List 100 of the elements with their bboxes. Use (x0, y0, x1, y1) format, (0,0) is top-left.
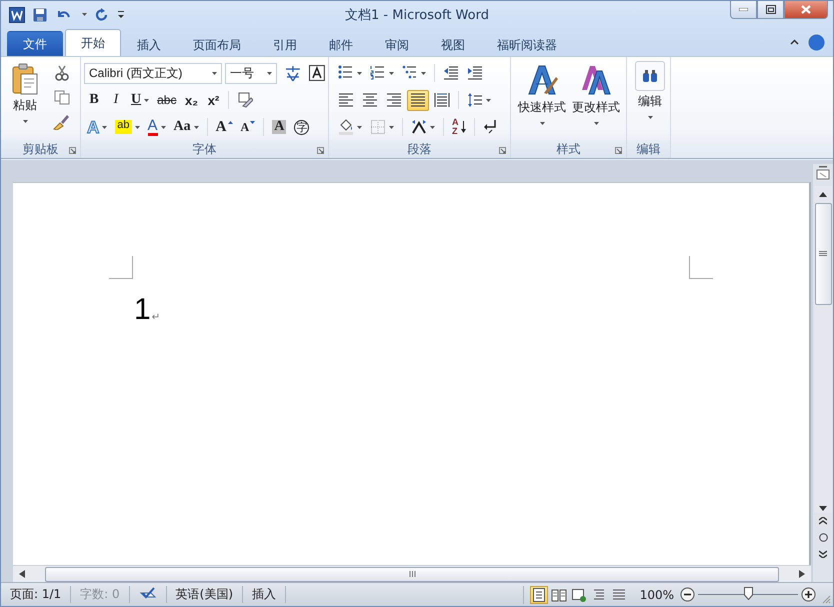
ribbon-tab[interactable]: 邮件 (313, 32, 369, 56)
numbered-list-icon[interactable] (370, 65, 386, 81)
increase-indent-icon[interactable] (467, 65, 483, 81)
bulleted-list-icon[interactable] (338, 65, 354, 81)
status-text[interactable]: 英语(美国) (176, 586, 234, 603)
eraser-icon[interactable] (237, 92, 254, 108)
editing-button[interactable]: 编辑 (630, 61, 670, 119)
paint-bucket-icon[interactable] (338, 119, 354, 135)
view-button[interactable] (530, 586, 548, 604)
caret-icon[interactable] (389, 126, 394, 128)
ribbon-tab[interactable]: 插入 (121, 32, 177, 56)
scroll-down-icon[interactable] (819, 506, 827, 511)
collapse-icon[interactable] (790, 39, 799, 45)
grow-font-button[interactable]: A (212, 116, 236, 138)
decrease-indent-icon[interactable] (443, 65, 459, 81)
multilevel-list-icon[interactable] (402, 65, 418, 81)
caret-icon[interactable] (212, 72, 217, 74)
character-border-icon[interactable] (309, 65, 325, 81)
dialog-launcher-icon[interactable] (317, 147, 324, 154)
paste-button[interactable]: 粘贴 (9, 61, 41, 140)
scissors-icon[interactable] (54, 65, 68, 81)
highlight-button[interactable]: ab (112, 116, 143, 138)
caret-icon[interactable] (357, 72, 362, 74)
scroll-left-icon[interactable] (19, 570, 25, 578)
ruler-toggle-icon[interactable] (816, 166, 830, 180)
ribbon-tab[interactable]: 审阅 (369, 32, 425, 56)
underline-button[interactable]: U (128, 90, 152, 110)
scroll-right-icon[interactable] (799, 570, 805, 578)
redo-icon[interactable] (95, 8, 109, 22)
customize-icon[interactable] (117, 10, 125, 20)
margin-corner-icon (109, 256, 133, 279)
minimize-button[interactable] (730, 1, 757, 19)
caret-icon[interactable] (160, 126, 166, 128)
character-layout-icon[interactable] (411, 119, 427, 135)
zoom-slider[interactable] (698, 587, 798, 602)
previous-page-icon[interactable] (819, 517, 827, 525)
save-icon[interactable] (33, 8, 47, 22)
caret-icon[interactable] (421, 72, 426, 74)
italic-button[interactable]: I (106, 90, 126, 110)
scroll-thumb[interactable] (45, 566, 779, 582)
status-text[interactable]: 插入 (252, 586, 276, 603)
ribbon-tab[interactable]: 引用 (257, 32, 313, 56)
slider-thumb[interactable] (744, 587, 753, 600)
dialog-launcher-icon[interactable] (69, 147, 76, 154)
caret-icon[interactable] (134, 126, 140, 128)
zoom-in-icon[interactable] (801, 587, 816, 602)
browse-object-icon[interactable] (818, 533, 828, 542)
caret-icon[interactable] (22, 120, 28, 123)
ribbon-tab[interactable]: 福昕阅读器 (481, 32, 573, 56)
scroll-up-icon[interactable] (819, 192, 827, 197)
caret-icon[interactable] (102, 126, 108, 128)
tool-button[interactable] (407, 90, 429, 110)
superscript-button[interactable]: x² (203, 90, 224, 110)
change-case-button[interactable]: Aa (170, 116, 202, 138)
next-page-icon[interactable] (819, 550, 827, 558)
caret-icon[interactable] (267, 72, 272, 74)
horizontal-scrollbar[interactable] (13, 565, 811, 582)
caret-icon[interactable] (194, 126, 199, 128)
margin-corner-icon (689, 256, 713, 279)
quick-styles-button[interactable]: 快速样式 (515, 61, 569, 140)
copy-icon[interactable] (54, 90, 70, 105)
phonetic-guide-icon[interactable] (284, 64, 302, 82)
caret-icon[interactable] (389, 72, 394, 74)
resize-grip-icon[interactable] (822, 595, 831, 604)
maximize-button[interactable] (757, 1, 784, 19)
caret-icon[interactable] (648, 116, 652, 119)
dialog-launcher-icon[interactable] (499, 147, 506, 154)
close-button[interactable] (784, 1, 828, 19)
ribbon-tab[interactable]: 开始 (65, 29, 121, 56)
app-icon[interactable] (9, 6, 25, 22)
paragraph-mark-icon[interactable] (483, 119, 499, 135)
font-size-dropdown[interactable]: 一号 (224, 62, 278, 84)
paintbrush-icon[interactable] (53, 114, 70, 130)
character-shading-button[interactable]: A (269, 116, 290, 138)
font-name-dropdown[interactable]: Calibri (西文正文) (84, 62, 222, 84)
vertical-scrollbar[interactable] (814, 186, 832, 513)
status-text[interactable]: 页面: 1/1 (10, 586, 62, 603)
caret-icon[interactable] (486, 98, 491, 102)
dialog-launcher-icon[interactable] (615, 147, 622, 154)
web-layout-icon (570, 586, 587, 602)
subscript-button[interactable]: x₂ (181, 90, 202, 110)
file-tab[interactable]: 文件 (7, 31, 63, 56)
shrink-font-button[interactable]: A (238, 116, 258, 138)
sort-button[interactable]: AZ (449, 116, 469, 138)
zoom-level[interactable]: 100% (640, 588, 674, 602)
caret-icon[interactable] (82, 13, 87, 16)
strikethrough-button[interactable]: abc (154, 90, 180, 110)
caret-icon[interactable] (594, 122, 598, 125)
font-color-button[interactable]: A (144, 116, 169, 138)
help-icon[interactable] (808, 34, 825, 50)
scroll-thumb[interactable] (814, 203, 832, 305)
change-styles-button[interactable]: 更改样式 (569, 61, 623, 140)
bold-button[interactable]: B (84, 90, 104, 110)
ribbon-tab[interactable]: 页面布局 (177, 32, 257, 56)
ribbon-tab[interactable]: 视图 (425, 32, 481, 56)
caret-icon[interactable] (144, 98, 150, 102)
caret-icon[interactable] (540, 122, 544, 125)
caret-icon[interactable] (430, 126, 435, 128)
zoom-out-icon[interactable] (680, 587, 695, 602)
caret-icon[interactable] (357, 126, 362, 128)
